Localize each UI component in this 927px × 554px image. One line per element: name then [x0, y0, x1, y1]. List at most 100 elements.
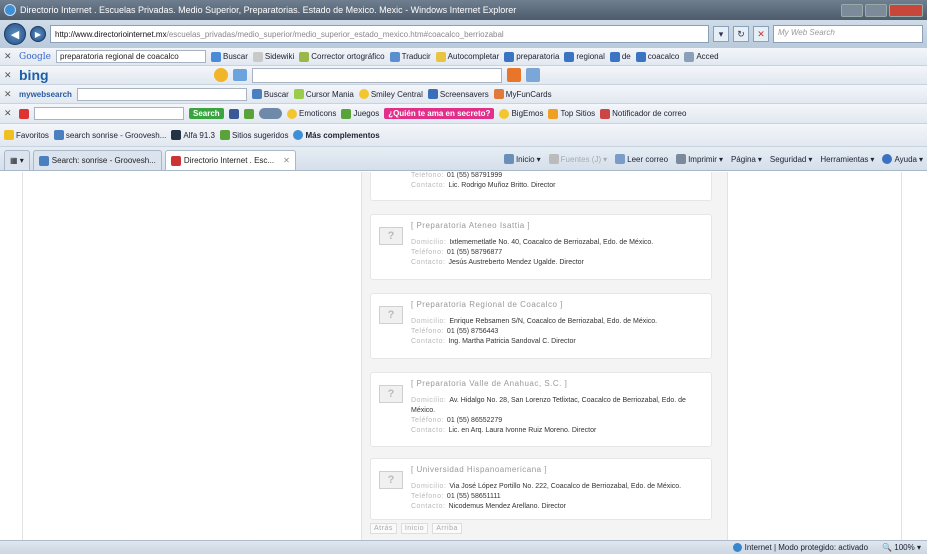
google-item-sidewiki[interactable]: Sidewiki [252, 51, 294, 62]
minimize-button[interactable] [841, 3, 863, 17]
cmd-tools[interactable]: Herramientas ▾ [820, 155, 874, 164]
fun-item-mail-notifier[interactable]: Notificador de correo [600, 108, 686, 119]
stop-icon[interactable]: ✕ [753, 26, 769, 42]
listing-card-partial: Teléfono: 01 (55) 58791999 Contacto: Lic. … [370, 172, 712, 201]
google-item-buscar[interactable]: Buscar [211, 51, 248, 62]
listing-address: Ixtlememetlatle No. 40, Coacalco de Berr… [449, 239, 654, 246]
translate-icon [389, 51, 400, 62]
maximize-button[interactable] [865, 3, 887, 17]
address-input[interactable]: http://www.directoriointernet.mx/escuela… [50, 25, 709, 43]
mywebsearch-input[interactable] [76, 87, 247, 101]
security-zone[interactable]: Internet | Modo protegido: activado [732, 543, 868, 553]
google-highlight-3[interactable]: de [609, 51, 631, 62]
left-column [22, 172, 362, 540]
google-search-input[interactable]: preparatoria regional de coacalco [56, 50, 206, 63]
settings-icon [684, 51, 695, 62]
tab-directorio[interactable]: Directorio Internet . Esc... ✕ [164, 150, 296, 170]
fun-item-secret-love[interactable]: ¿Quién te ama en secreto? [384, 108, 495, 119]
close-toolbar-icon[interactable]: ✕ [4, 70, 14, 81]
google-item-translate[interactable]: Traducir [389, 51, 431, 62]
cmd-home[interactable]: Inicio ▾ [503, 154, 541, 164]
page-viewport[interactable]: Teléfono: 01 (55) 58791999 Contacto: Lic. … [0, 172, 927, 540]
bing-search-icon[interactable] [506, 68, 521, 82]
mywebsearch-toolbar: ✕ mywebsearch Buscar Cursor Mania Smiley… [0, 85, 927, 104]
toolbar-menu-icon[interactable] [19, 108, 29, 119]
mws-item-smiley-central[interactable]: Smiley Central [358, 89, 423, 99]
favorite-groovesh[interactable]: search sonrise - Groovesh... [53, 130, 166, 140]
bing-search-input[interactable] [251, 67, 502, 83]
google-highlight-2[interactable]: regional [564, 51, 605, 62]
mws-item-myfuncards[interactable]: MyFunCards [493, 89, 552, 99]
fun-item-top-sitios[interactable]: Top Sitios [548, 108, 595, 119]
mws-item-buscar[interactable]: Buscar [251, 89, 289, 99]
star-icon [548, 108, 559, 119]
pager: Atrás Inicio Arriba [370, 523, 462, 534]
zoom-control[interactable]: 🔍 100% ▾ [882, 543, 921, 552]
web-search-input[interactable]: My Web Search [773, 25, 923, 43]
facebook-icon[interactable] [228, 108, 239, 119]
fun-item-juegos[interactable]: Juegos [341, 108, 379, 119]
directory-column: Teléfono: 01 (55) 58791999 Contacto: Lic. … [362, 172, 727, 540]
tab-groovesh[interactable]: Search: sonrise - Groovesh... [32, 150, 162, 170]
cmd-read-mail[interactable]: Leer correo [615, 154, 668, 164]
cursor-icon [293, 89, 304, 99]
listing-phone: 01 (55) 58651111 [446, 493, 501, 500]
google-highlight-4[interactable]: coacalco [635, 51, 679, 62]
favorites-button[interactable]: Favoritos [4, 130, 49, 140]
fun-search-button[interactable]: Search [189, 108, 224, 119]
favorite-suggested-sites[interactable]: Sitios sugeridos [219, 130, 288, 140]
cmd-feeds[interactable]: Fuentes (J) ▾ [548, 154, 607, 164]
grooveshark-icon [53, 130, 64, 140]
grooveshark-icon [38, 155, 49, 166]
fun-search-input[interactable] [34, 107, 184, 120]
pager-home-button[interactable]: Inicio [400, 523, 429, 534]
close-tab-icon[interactable]: ✕ [283, 156, 290, 165]
favorite-more-addons[interactable]: Más complementos [293, 130, 380, 140]
refresh-icon[interactable]: ↻ [733, 26, 749, 42]
forward-button[interactable]: ▶ [30, 26, 46, 42]
listing-address: Via José López Portillo No. 222, Coacalc… [449, 483, 682, 490]
fun-radio-button[interactable] [258, 108, 283, 119]
mail-icon [600, 108, 611, 119]
print-icon [676, 154, 687, 164]
listing-phone: 01 (55) 58791999 [446, 172, 503, 179]
command-bar: Inicio ▾ Fuentes (J) ▾ Leer correo Impri… [503, 150, 923, 168]
bing-toolbar: ✕ bing [0, 66, 927, 85]
cmd-security[interactable]: Seguridad ▾ [770, 155, 813, 164]
close-window-button[interactable] [889, 3, 923, 17]
fun-item-bigemos[interactable]: BigEmos [499, 108, 543, 119]
listing-contact: Lic. en Arq. Laura Ivonne Ruiz Moreno. D… [448, 427, 597, 434]
close-toolbar-icon[interactable]: ✕ [4, 89, 14, 100]
messenger-icon[interactable] [243, 108, 254, 119]
listing-phone: 01 (55) 8756443 [446, 328, 499, 335]
cmd-help[interactable]: Ayuda ▾ [882, 154, 923, 164]
close-toolbar-icon[interactable]: ✕ [4, 51, 14, 62]
cmd-page[interactable]: Página ▾ [731, 155, 762, 164]
highlight-icon [635, 51, 646, 62]
google-item-autofill[interactable]: Autocompletar [435, 51, 499, 62]
listing-contact: Nicodemus Mendez Arellano. Director [448, 503, 566, 510]
bing-options-icon[interactable] [525, 68, 540, 82]
pager-top-button[interactable]: Arriba [432, 523, 462, 534]
google-icon [211, 51, 221, 62]
cmd-print[interactable]: Imprimir ▾ [676, 154, 723, 164]
listing-address: Enrique Rebsamen S/N, Coacalco de Berrio… [449, 318, 658, 325]
spellcheck-icon [299, 51, 310, 62]
compatibility-icon[interactable]: ▾ [713, 26, 729, 42]
favorite-alfa[interactable]: Alfa 91.3 [171, 130, 215, 140]
google-highlight-1[interactable]: preparatoria [504, 51, 559, 62]
mywebsearch-logo: mywebsearch [19, 89, 72, 99]
fun-item-emoticons[interactable]: Emoticons [287, 108, 336, 119]
map-icon [232, 69, 247, 81]
pager-back-button[interactable]: Atrás [370, 523, 397, 534]
google-item-spellcheck[interactable]: Corrector ortográfico [299, 51, 385, 62]
listing-card: ? [ Preparatoria Regional de Coacalco ] … [370, 293, 712, 359]
mws-item-cursor-mania[interactable]: Cursor Mania [293, 89, 354, 99]
listing-contact: Jesús Austreberto Mendez Ugalde. Directo… [448, 259, 584, 266]
back-button[interactable]: ◀ [4, 23, 26, 45]
google-signin[interactable]: Acced [684, 51, 719, 62]
close-toolbar-icon[interactable]: ✕ [4, 108, 14, 119]
listing-name: [ Preparatoria Ateneo Isattia ] [411, 221, 531, 230]
mws-item-screensavers[interactable]: Screensavers [427, 89, 489, 99]
quick-tabs-button[interactable]: ▦ ▾ [4, 150, 30, 170]
